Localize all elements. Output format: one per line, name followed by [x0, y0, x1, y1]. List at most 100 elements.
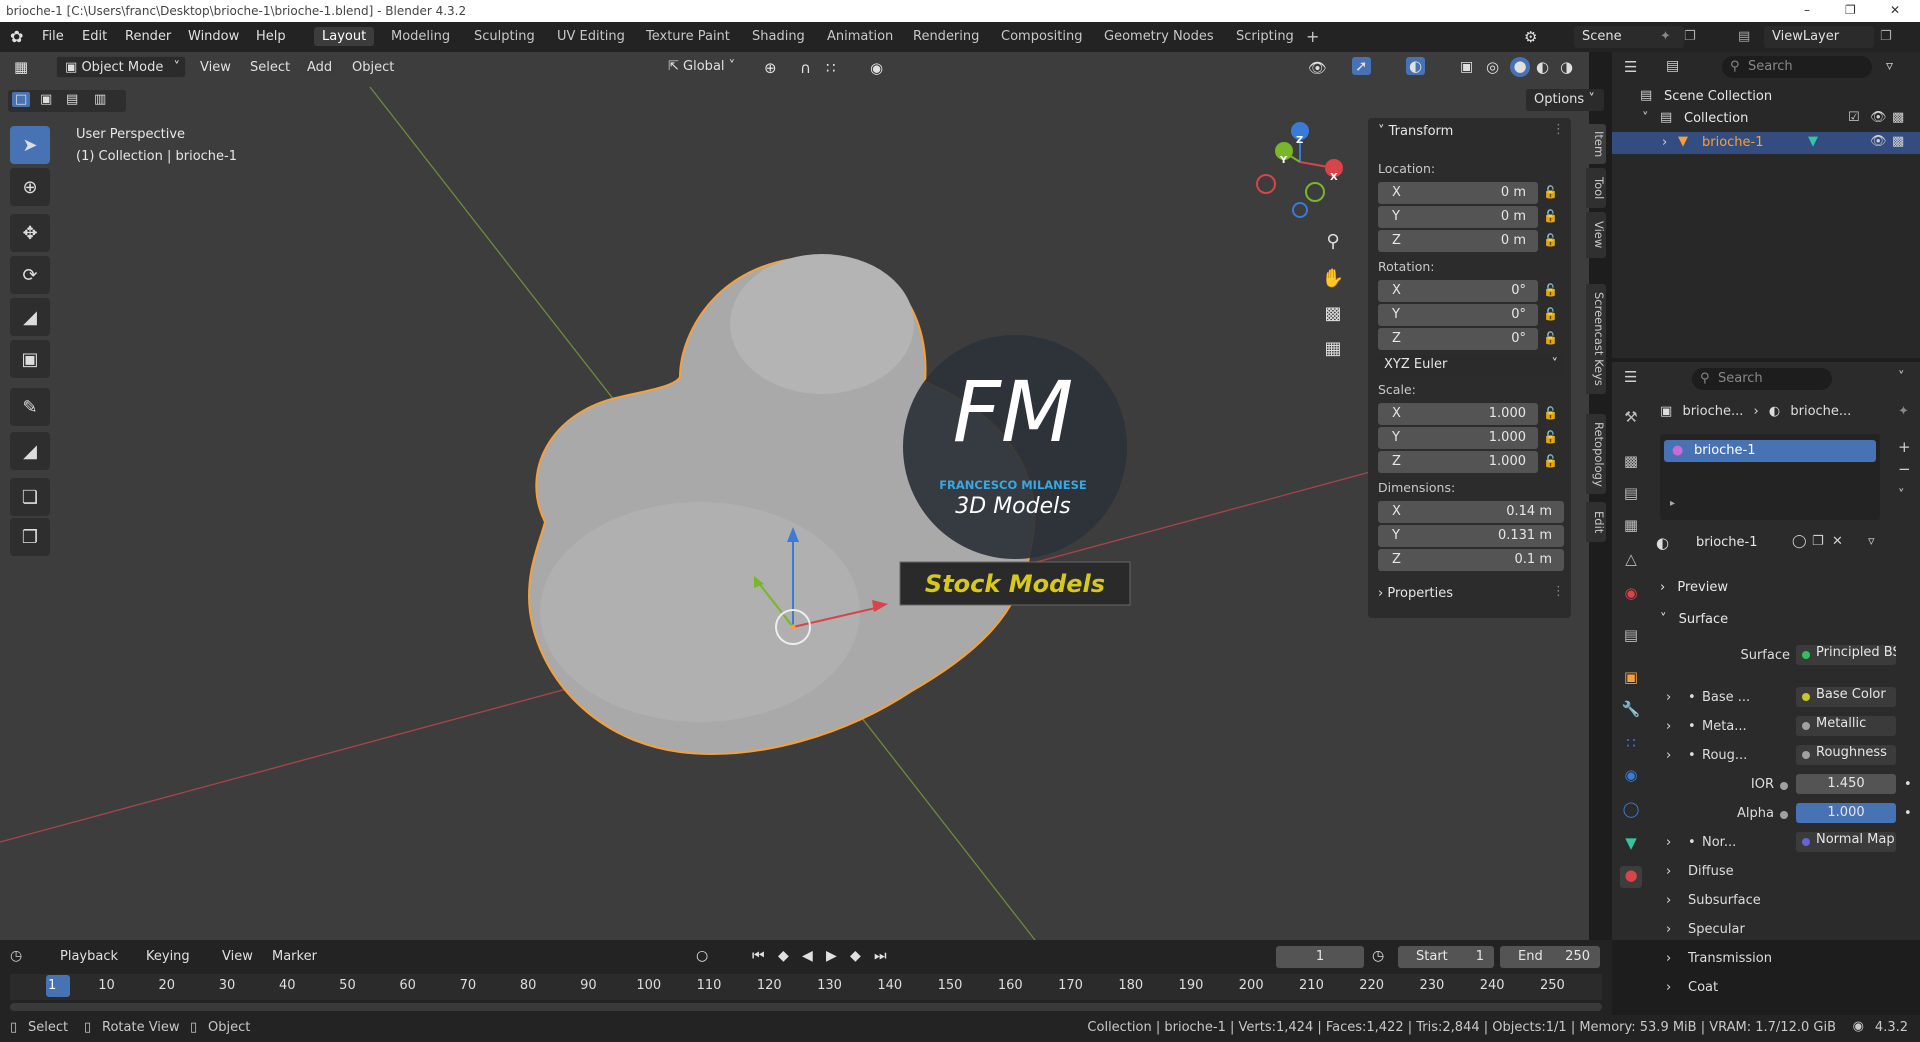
collection-row[interactable]: ˅ ▤ Collection ☑ 👁 ▩: [1612, 108, 1920, 130]
tab-tool[interactable]: Tool: [1586, 168, 1606, 208]
location-x-field[interactable]: X 0 m: [1378, 182, 1538, 204]
solid-shading-icon[interactable]: ●: [1510, 57, 1530, 77]
breadcrumb-object[interactable]: brioche...: [1682, 404, 1743, 419]
timeline-scrollbar[interactable]: [10, 1003, 1602, 1011]
select-box-tool[interactable]: ➤: [10, 126, 50, 164]
3d-viewport[interactable]: FM FRANCESCO MILANESE 3D Models Stock Mo…: [0, 52, 1589, 940]
move-tool[interactable]: ✥: [10, 214, 50, 252]
eye-icon[interactable]: 👁: [1870, 110, 1887, 125]
measure-tool[interactable]: ◢: [10, 432, 50, 470]
tab-layout[interactable]: Layout: [314, 27, 375, 46]
snap-target-icon[interactable]: ∷: [826, 59, 836, 77]
rotation-x-field[interactable]: X 0°: [1378, 280, 1538, 302]
pin-icon[interactable]: ✦: [1898, 404, 1909, 419]
pivot-icon[interactable]: ⊕: [764, 59, 777, 77]
gizmo-x-label[interactable]: X: [1330, 172, 1338, 183]
tab-scripting[interactable]: Scripting: [1236, 29, 1294, 44]
lock-icon[interactable]: 🔓: [1543, 430, 1558, 444]
base-color-link[interactable]: Base Color: [1796, 687, 1896, 707]
overlay-toggle-icon[interactable]: ◐: [1406, 57, 1426, 75]
roughness-link[interactable]: Roughness: [1796, 745, 1896, 765]
lock-icon[interactable]: 🔓: [1543, 454, 1558, 468]
object-properties-icon[interactable]: ▣: [1620, 668, 1642, 690]
menu-edit[interactable]: Edit: [82, 29, 107, 44]
scale-y-field[interactable]: Y 1.000: [1378, 427, 1538, 449]
tab-item[interactable]: Item: [1586, 124, 1606, 164]
outliner-search-input[interactable]: ⚲ Search: [1722, 56, 1872, 78]
scale-z-field[interactable]: Z 1.000: [1378, 451, 1538, 473]
lock-icon[interactable]: 🔓: [1543, 283, 1558, 297]
select-mode-buttons[interactable]: □ ▣ ▤ ▥: [8, 90, 126, 112]
jump-end-icon[interactable]: ⏭: [874, 948, 887, 964]
perspective-grid-icon[interactable]: ▦: [1314, 332, 1352, 364]
chevron-down-icon[interactable]: ˅: [1898, 370, 1905, 385]
transform-tool[interactable]: ▣: [10, 340, 50, 378]
alpha-field[interactable]: 1.000: [1796, 803, 1896, 823]
chevron-down-icon[interactable]: ˅: [1898, 488, 1905, 503]
menu-render[interactable]: Render: [125, 29, 171, 44]
tab-shading[interactable]: Shading: [752, 29, 805, 44]
view-layer-field[interactable]: ViewLayer: [1764, 26, 1874, 48]
gizmo-y-label[interactable]: Y: [1280, 155, 1287, 166]
mesh-data-properties-icon[interactable]: ▼: [1620, 834, 1642, 856]
display-mode-icon[interactable]: ▤: [1666, 58, 1679, 74]
current-frame-field[interactable]: 1: [1276, 946, 1364, 968]
material-properties-icon[interactable]: ●: [1620, 866, 1642, 888]
metallic-link[interactable]: Metallic: [1796, 716, 1896, 736]
menu-select[interactable]: Select: [250, 60, 290, 75]
pin-icon[interactable]: ✦: [1660, 29, 1671, 44]
prev-keyframe-icon[interactable]: ◆: [778, 948, 789, 964]
minimize-button[interactable]: –: [1804, 3, 1810, 17]
lock-icon[interactable]: 🔓: [1543, 331, 1558, 345]
menu-object[interactable]: Object: [352, 60, 394, 75]
camera-icon[interactable]: ▩: [1314, 297, 1352, 329]
new-view-layer-icon[interactable]: ❐: [1880, 29, 1892, 44]
camera-icon[interactable]: ▩: [1892, 110, 1904, 125]
rotation-mode-dropdown[interactable]: XYZ Euler ˅: [1378, 354, 1564, 376]
shader-dropdown[interactable]: Principled BS...: [1796, 645, 1896, 665]
particles-properties-icon[interactable]: ∷: [1620, 734, 1642, 756]
rendered-shading-icon[interactable]: ◑: [1560, 58, 1573, 76]
object-row-brioche[interactable]: › ▼ brioche-1 ▼ 👁 ▩: [1612, 132, 1920, 154]
roughness-row[interactable]: › • Roug... Roughness: [1660, 745, 1918, 769]
menu-marker[interactable]: Marker: [272, 949, 317, 964]
gizmo-toggle-icon[interactable]: ➚: [1352, 57, 1371, 75]
tab-view[interactable]: View: [1586, 212, 1606, 258]
material-browse-icon[interactable]: ◐: [1656, 534, 1669, 552]
subsurface-row[interactable]: › Subsurface: [1660, 890, 1918, 914]
select-new-icon[interactable]: □: [12, 92, 31, 107]
record-icon[interactable]: ○: [696, 948, 708, 964]
select-subtract-icon[interactable]: ▤: [66, 92, 78, 107]
dimensions-y-field[interactable]: Y 0.131 m: [1378, 525, 1564, 547]
menu-playback[interactable]: Playback: [60, 949, 118, 964]
rotation-y-field[interactable]: Y 0°: [1378, 304, 1538, 326]
transmission-row[interactable]: › Transmission: [1660, 948, 1918, 972]
end-frame-field[interactable]: End 250: [1500, 946, 1600, 968]
options-dropdown[interactable]: Options ˅: [1526, 89, 1604, 111]
mesh-data-icon[interactable]: ▼: [1808, 134, 1818, 149]
view-layer-icon[interactable]: ▤: [1738, 29, 1750, 44]
rotate-tool[interactable]: ⟳: [10, 256, 50, 294]
menu-window[interactable]: Window: [188, 29, 239, 44]
tab-compositing[interactable]: Compositing: [1001, 29, 1083, 44]
properties-search-input[interactable]: ⚲ Search: [1692, 368, 1832, 390]
scene-properties-icon[interactable]: △: [1620, 550, 1642, 572]
expand-icon[interactable]: ▸: [1670, 498, 1675, 509]
menu-file[interactable]: File: [42, 29, 64, 44]
scene-collection-row[interactable]: ▤ Scene Collection: [1612, 86, 1920, 108]
play-icon[interactable]: ▶: [826, 948, 837, 964]
tab-screencast-keys[interactable]: Screencast Keys: [1586, 284, 1606, 394]
dimensions-z-field[interactable]: Z 0.1 m: [1378, 549, 1564, 571]
tab-edit[interactable]: Edit: [1586, 502, 1606, 542]
camera-icon[interactable]: ▩: [1892, 134, 1904, 149]
clock-icon[interactable]: ◷: [1372, 948, 1384, 964]
add-slot-icon[interactable]: +: [1898, 438, 1911, 456]
tab-sculpting[interactable]: Sculpting: [474, 29, 535, 44]
fake-user-icon[interactable]: ◯: [1792, 534, 1807, 549]
lock-icon[interactable]: 🔓: [1543, 185, 1558, 199]
duplicate-icon[interactable]: ❐: [1812, 534, 1824, 549]
select-intersect-icon[interactable]: ▥: [94, 92, 106, 107]
scale-tool[interactable]: ◢: [10, 298, 50, 336]
chevron-right-icon[interactable]: ›: [1662, 135, 1667, 150]
orientation-dropdown[interactable]: ⇱ Global ˅: [660, 56, 756, 78]
